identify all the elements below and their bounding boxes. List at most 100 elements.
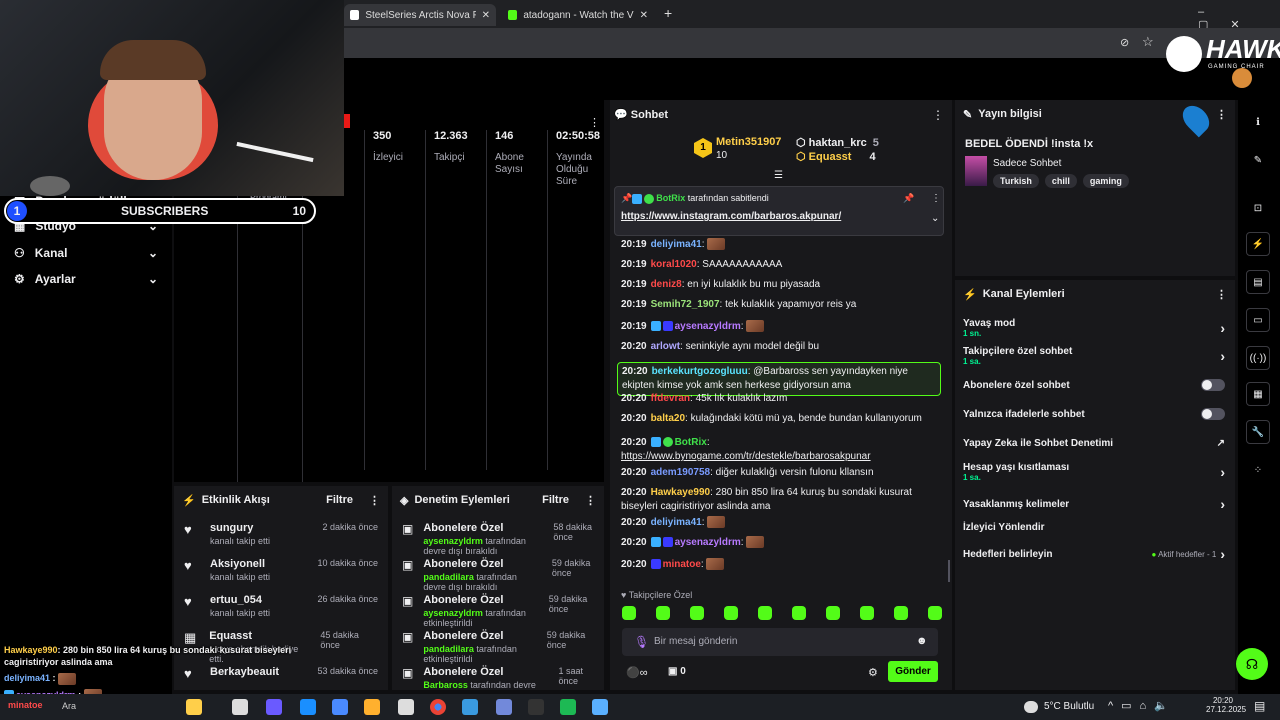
chat-message[interactable]: 20:19 deniz8: en iyi kulaklık bu mu piyas… bbox=[621, 278, 941, 292]
mail-icon[interactable] bbox=[332, 699, 348, 715]
emote-chat-toggle[interactable] bbox=[1201, 408, 1225, 420]
leader-name[interactable]: ⬡ haktan_krc 5 bbox=[796, 136, 879, 149]
message-input[interactable]: 🎙 Bir mesaj gönderin ☻ bbox=[622, 628, 938, 656]
emote-picker-icon[interactable] bbox=[826, 606, 840, 620]
clock[interactable]: 20:20 27.12.2025 bbox=[1206, 696, 1246, 714]
activity-user[interactable]: Aksiyonell bbox=[210, 558, 270, 570]
send-button[interactable]: Gönder bbox=[888, 661, 938, 682]
more-icon[interactable]: ⋮ bbox=[932, 108, 944, 122]
moderation-item[interactable]: ▣ Abonelere Özel pandadilara tarafından de… bbox=[392, 558, 604, 594]
emote-picker-icon[interactable] bbox=[928, 606, 942, 620]
message-user[interactable]: koral1020 bbox=[651, 259, 697, 270]
emote-picker-icon[interactable] bbox=[758, 606, 772, 620]
avatar[interactable] bbox=[1232, 68, 1252, 88]
more-icon[interactable]: ⋮ bbox=[589, 116, 600, 129]
moderation-item[interactable]: ▣ Abonelere Özel aysenazyldrm tarafından d… bbox=[392, 522, 604, 558]
activity-item[interactable]: ♥ Aksiyonell kanalı takip etti 10 dakika ön… bbox=[174, 558, 388, 594]
emote-picker-icon[interactable] bbox=[622, 606, 636, 620]
emote-picker-icon[interactable] bbox=[792, 606, 806, 620]
moderation-item[interactable]: ▣ Abonelere Özel aysenazyldrm tarafından e… bbox=[392, 594, 604, 630]
chat-message[interactable]: 20:19 Semih72_1907: tek kulaklık yapamıyo… bbox=[621, 298, 941, 312]
message-user[interactable]: balta20 bbox=[651, 413, 685, 424]
more-icon[interactable]: ⋮ bbox=[931, 193, 941, 204]
support-chat-icon[interactable]: ☊ bbox=[1236, 648, 1268, 680]
category-thumbnail[interactable] bbox=[965, 156, 987, 186]
message-user[interactable]: aysenazyldrm bbox=[675, 321, 741, 332]
eye-off-icon[interactable]: ⊘ bbox=[1120, 36, 1129, 49]
tag-chip[interactable]: chill bbox=[1044, 174, 1077, 188]
chat-message[interactable]: 20:20 berkekurtgozogluuu: @Barbaross sen … bbox=[617, 362, 941, 396]
close-icon[interactable]: ✕ bbox=[640, 10, 648, 21]
moderation-user[interactable]: aysenazyldrm bbox=[423, 536, 483, 546]
tab-steelseries[interactable]: SteelSeries Arctis Nova Pro X W ✕ bbox=[344, 4, 496, 26]
dots-icon[interactable]: ⁘ bbox=[1246, 458, 1270, 482]
moderation-user[interactable]: pandadilara bbox=[423, 644, 474, 654]
star-icon[interactable]: ☆ bbox=[1142, 34, 1154, 50]
xbox-icon[interactable] bbox=[398, 699, 414, 715]
message-user[interactable]: deliyima41 bbox=[651, 517, 702, 528]
account-age-row[interactable]: Hesap yaşı kısıtlaması 1 sa. › bbox=[963, 462, 1225, 482]
chat-message[interactable]: 20:20 Hawkaye990: 280 bin 850 lira 64 kur… bbox=[621, 486, 941, 514]
chat-message[interactable]: 20:19 deliyima41: bbox=[621, 238, 941, 252]
mic-icon[interactable]: 🎙 bbox=[634, 635, 649, 649]
target-icon[interactable]: ⊡ bbox=[1246, 196, 1270, 220]
chevron-down-icon[interactable]: ⌄ bbox=[931, 213, 939, 224]
slow-mode-row[interactable]: Yavaş mod 1 sn. › bbox=[963, 318, 1225, 338]
chat-message[interactable]: 20:20 BotRix: https://www.bynogame.com/tr… bbox=[621, 436, 941, 464]
layout-icon[interactable]: ▦ bbox=[1246, 382, 1270, 406]
chat-message[interactable]: 20:20 adem190758: diğer kulaklığı versin … bbox=[621, 466, 941, 480]
followers-chat-row[interactable]: Takipçilere özel sohbet 1 sa. › bbox=[963, 346, 1225, 366]
goals-row[interactable]: Hedefleri belirleyin ● Aktif hedefler - 1… bbox=[963, 546, 1225, 562]
emote-picker-icon[interactable] bbox=[724, 606, 738, 620]
chat-message[interactable]: 20:20 balta20: kulağındaki kötü mü ya, be… bbox=[621, 412, 941, 426]
message-user[interactable]: Semih72_1907 bbox=[651, 299, 720, 310]
notification-icon[interactable]: ▤ bbox=[1254, 699, 1265, 713]
filter-button[interactable]: Filtre bbox=[542, 494, 569, 506]
filter-lines-icon[interactable]: ☰ bbox=[774, 170, 783, 181]
activity-user[interactable]: Equasst bbox=[209, 630, 310, 642]
more-icon[interactable]: ⋮ bbox=[1216, 108, 1227, 121]
emote-picker-icon[interactable] bbox=[860, 606, 874, 620]
subs-chat-toggle[interactable] bbox=[1201, 379, 1225, 391]
spotify-icon[interactable] bbox=[560, 699, 576, 715]
tab-kick-vod[interactable]: atadogann - Watch the VOD on ✕ bbox=[502, 4, 654, 26]
close-icon[interactable]: ✕ bbox=[482, 10, 490, 21]
app-icon[interactable] bbox=[592, 699, 608, 715]
tag-chip[interactable]: Turkish bbox=[993, 174, 1039, 188]
pen-icon[interactable]: ✎ bbox=[1246, 148, 1270, 172]
leader-name[interactable]: Metin351907 bbox=[716, 136, 781, 148]
message-user[interactable]: berkekurtgozogluuu bbox=[652, 366, 748, 377]
points-display[interactable]: ▣ 0 bbox=[668, 666, 686, 677]
pinned-link[interactable]: https://www.instagram.com/barbaros.akpun… bbox=[621, 211, 841, 222]
new-tab-button[interactable]: + bbox=[664, 5, 672, 21]
message-user[interactable]: aysenazyldrm bbox=[675, 537, 741, 548]
filter-button[interactable]: Filtre bbox=[326, 494, 353, 506]
ai-moderation-row[interactable]: Yapay Zeka ile Sohbet Denetimi ↗ bbox=[963, 438, 1225, 449]
emote-picker-icon[interactable] bbox=[894, 606, 908, 620]
emote-picker-icon[interactable] bbox=[656, 606, 670, 620]
emote-picker-icon[interactable] bbox=[690, 606, 704, 620]
emoji-icon[interactable]: ☻ bbox=[916, 635, 928, 647]
leader-name[interactable]: ⬡ Equasst 4 bbox=[796, 150, 876, 163]
message-user[interactable]: deliyima41 bbox=[651, 239, 702, 250]
raid-row[interactable]: İzleyici Yönlendir bbox=[963, 522, 1225, 533]
points-icon[interactable]: ⚫∞ bbox=[626, 666, 648, 679]
chat-message[interactable]: 20:20 minatoe: bbox=[621, 558, 941, 572]
message-user[interactable]: Hawkaye990 bbox=[651, 487, 711, 498]
category-name[interactable]: Sadece Sohbet bbox=[993, 158, 1061, 169]
activity-item[interactable]: ♥ ertuu_054 kanalı takip etti 26 dakika önc… bbox=[174, 594, 388, 630]
broadcast-icon[interactable]: ((·)) bbox=[1246, 346, 1270, 370]
nav-channel[interactable]: ⚇ Kanal ⌄ bbox=[0, 240, 172, 266]
moderation-item[interactable]: ▣ Abonelere Özel Barbaross tarafından devr… bbox=[392, 666, 604, 690]
stream-title[interactable]: BEDEL ÖDENDİ !insta !x bbox=[965, 138, 1093, 150]
moderation-user[interactable]: Barbaross bbox=[423, 680, 468, 690]
chat-message[interactable]: 20:20 aysenazyldrm: bbox=[621, 536, 941, 550]
taskbar-search[interactable]: Ara bbox=[62, 701, 76, 711]
activity-item[interactable]: ♥ sungury kanalı takip etti 2 dakika önce bbox=[174, 522, 388, 558]
banned-words-row[interactable]: Yasaklanmış kelimeler › bbox=[963, 496, 1225, 512]
chat-message[interactable]: 20:20 ffdevran: 45k lık kulaklık lazım bbox=[621, 392, 941, 406]
copilot-icon[interactable] bbox=[186, 699, 202, 715]
edge-icon[interactable] bbox=[300, 699, 316, 715]
info-icon[interactable]: ℹ bbox=[1246, 110, 1270, 134]
chat-message[interactable]: 20:20 deliyima41: bbox=[621, 516, 941, 530]
